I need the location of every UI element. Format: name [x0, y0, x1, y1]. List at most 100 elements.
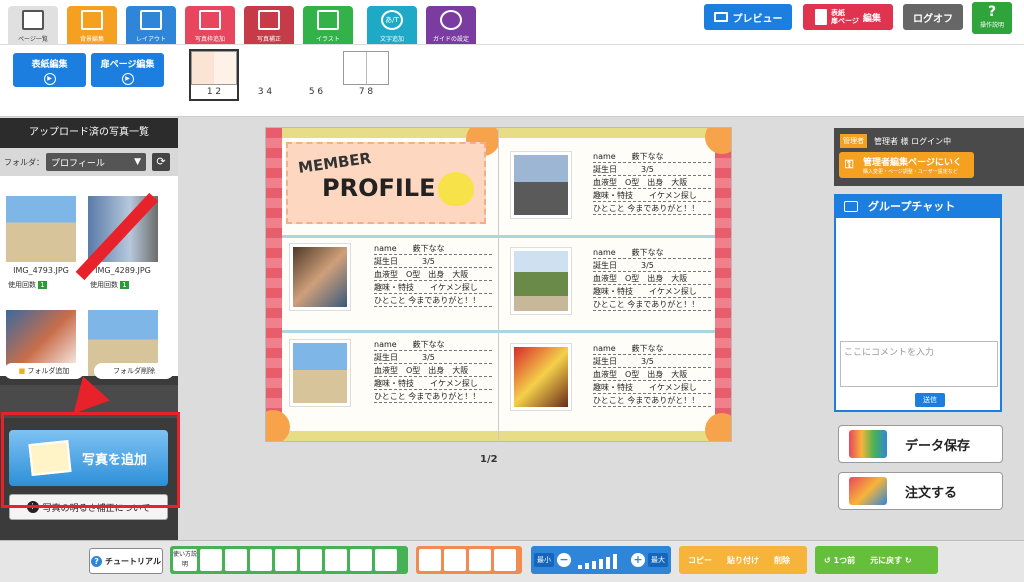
door-page-edit-button[interactable]: 扉ページ編集 ▶: [91, 53, 164, 87]
floppy-disk-icon: [849, 430, 887, 458]
distribute-horizontal-icon[interactable]: [350, 549, 372, 571]
delete-button[interactable]: 削除: [768, 555, 796, 566]
title-profile: PROFILE: [322, 174, 436, 202]
order-button[interactable]: 注文する: [838, 472, 1003, 510]
distribute-vertical-icon[interactable]: [375, 549, 397, 571]
album-spread-canvas[interactable]: MEMBER PROFILE name 薮下なな 誕生日 3/5 血液型 O型 …: [265, 127, 732, 442]
spread-thumbnail-7-8[interactable]: [343, 51, 389, 85]
play-circle-icon: ▶: [121, 73, 134, 85]
book-icon: [815, 9, 828, 25]
zoom-min-button[interactable]: 最小: [534, 553, 554, 567]
photo-thumbnail[interactable]: [6, 196, 76, 262]
question-circle-icon: ?: [91, 555, 103, 567]
group-chat-panel: グループチャット ここにコメントを入力 送信: [834, 194, 1002, 412]
guide-grid-icon: [440, 10, 462, 30]
page-nav-bar: 表紙編集 ▶ 扉ページ編集 ▶ 1 2 3 4 5 6 7 8: [0, 45, 1024, 117]
tool-page-list[interactable]: ページ一覧: [8, 6, 58, 44]
send-back-icon[interactable]: [494, 549, 516, 571]
profile-photo[interactable]: [511, 248, 571, 314]
profile-photo[interactable]: [290, 244, 350, 310]
folder-icon: ■: [18, 367, 26, 375]
chat-comment-input[interactable]: ここにコメントを入力: [840, 341, 998, 387]
photo-filename: IMG_4793.JPG: [13, 266, 69, 275]
page-left[interactable]: MEMBER PROFILE name 薮下なな 誕生日 3/5 血液型 O型 …: [266, 128, 498, 441]
edit-tools-group: コピー 貼り付け 削除: [679, 546, 807, 574]
redo-arrow-icon: ↻: [902, 555, 912, 565]
paste-button[interactable]: 貼り付け: [721, 555, 765, 566]
tool-background-edit[interactable]: 背景編集: [67, 6, 117, 44]
zoom-in-icon[interactable]: +: [631, 553, 645, 567]
copy-button[interactable]: コピー: [682, 555, 718, 566]
bottom-toolbar: ? チュートリアル 使い方説明 最小 − + 最大 コピー 貼り付け 削除 ↺ …: [0, 540, 1024, 582]
order-cart-icon: [849, 477, 887, 505]
cover-door-edit-button[interactable]: 表紙 扉ページ 編集: [803, 4, 893, 30]
spread-thumbnail-1-2[interactable]: [191, 51, 237, 85]
photo-correction-icon: [258, 10, 280, 30]
data-save-button[interactable]: データ保存: [838, 425, 1003, 463]
usage-count: 使用回数 1: [8, 281, 47, 289]
profile-photo[interactable]: [290, 340, 350, 406]
play-circle-icon: ▶: [43, 73, 56, 85]
folder-delete-button[interactable]: フォルダ削除: [94, 363, 174, 379]
tool-text-add[interactable]: あ/T 文字追加: [367, 6, 417, 44]
tool-photo-correction[interactable]: 写真補正: [244, 6, 294, 44]
title-card[interactable]: MEMBER PROFILE: [286, 142, 486, 224]
bring-forward-icon[interactable]: [444, 549, 466, 571]
zoom-tools-group: 最小 − + 最大: [531, 546, 671, 574]
highlight-box: [1, 412, 180, 508]
help-button[interactable]: ? 操作説明: [972, 2, 1012, 34]
spread-thumbnail-3-4[interactable]: [242, 51, 288, 85]
align-bottom-icon[interactable]: [325, 549, 347, 571]
usage-help-button[interactable]: 使い方説明: [173, 549, 197, 571]
profile-photo[interactable]: [511, 344, 571, 410]
admin-login-panel: 管理者 管理者 様 ログイン中 ⚿ 管理者編集ページにいく 購入変更・ページ調整…: [834, 128, 1024, 186]
admin-edit-page-button[interactable]: ⚿ 管理者編集ページにいく 購入変更・ページ調整・ユーザー設定など: [839, 152, 974, 178]
align-right-icon[interactable]: [250, 549, 272, 571]
align-left-icon[interactable]: [200, 549, 222, 571]
zoom-max-button[interactable]: 最大: [648, 553, 668, 567]
redo-button[interactable]: 元に戻す ↻: [864, 555, 918, 566]
tutorial-button[interactable]: ? チュートリアル: [89, 548, 163, 574]
layout-grid-icon: [140, 10, 162, 30]
logoff-button[interactable]: ログオフ: [903, 4, 963, 30]
login-status: 管理者 様 ログイン中: [874, 137, 952, 146]
refresh-icon[interactable]: ⟳: [152, 153, 170, 171]
spread-thumbnail-5-6[interactable]: [293, 51, 339, 85]
preview-button[interactable]: プレビュー: [704, 4, 792, 30]
top-toolbar: ページ一覧 背景編集 レイアウト 写真枠追加 写真補正 イラスト あ/T 文字追加…: [0, 0, 1024, 45]
title-member: MEMBER: [297, 148, 373, 178]
page-indicator: 1/2: [480, 454, 498, 465]
tool-illustration[interactable]: イラスト: [303, 6, 353, 44]
tool-layout[interactable]: レイアウト: [126, 6, 176, 44]
folder-select[interactable]: プロフィール ▼: [46, 153, 146, 171]
admin-badge: 管理者: [840, 134, 867, 148]
zoom-out-icon[interactable]: −: [557, 553, 571, 567]
tool-photo-frame-add[interactable]: 写真枠追加: [185, 6, 235, 44]
tool-guide-settings[interactable]: ガイドの設定: [426, 6, 476, 44]
history-tools-group: ↺ 1つ前 元に戻す ↻: [815, 546, 938, 574]
page-right[interactable]: name 薮下なな 誕生日 3/5 血液型 O型 出身 大阪 趣味・特技 イケメ…: [499, 128, 731, 441]
page-list-icon: [22, 10, 44, 30]
undo-button[interactable]: ↺ 1つ前: [818, 555, 861, 566]
align-middle-icon[interactable]: [300, 549, 322, 571]
chat-bubble-icon: [844, 201, 858, 212]
background-icon: [81, 10, 103, 30]
folder-label: フォルダ：: [4, 157, 44, 167]
bring-front-icon[interactable]: [419, 549, 441, 571]
chick-illustration: [438, 172, 474, 206]
profile-photo[interactable]: [511, 152, 571, 218]
send-backward-icon[interactable]: [469, 549, 491, 571]
folder-add-button[interactable]: ■ フォルダ追加: [4, 363, 84, 379]
layer-tools-group: [416, 546, 522, 574]
chat-send-button[interactable]: 送信: [915, 393, 945, 407]
align-center-icon[interactable]: [225, 549, 247, 571]
folder-row: フォルダ： プロフィール ▼ ⟳: [0, 148, 178, 176]
zoom-level-bars[interactable]: [574, 551, 628, 569]
cover-edit-button[interactable]: 表紙編集 ▶: [13, 53, 86, 87]
star-frame-icon: [199, 10, 221, 30]
spread-label: 3 4: [257, 87, 273, 97]
monitor-icon: [713, 12, 728, 22]
align-top-icon[interactable]: [275, 549, 297, 571]
align-tools-group: 使い方説明: [170, 546, 408, 574]
dropdown-arrow-icon: ▼: [134, 157, 141, 167]
